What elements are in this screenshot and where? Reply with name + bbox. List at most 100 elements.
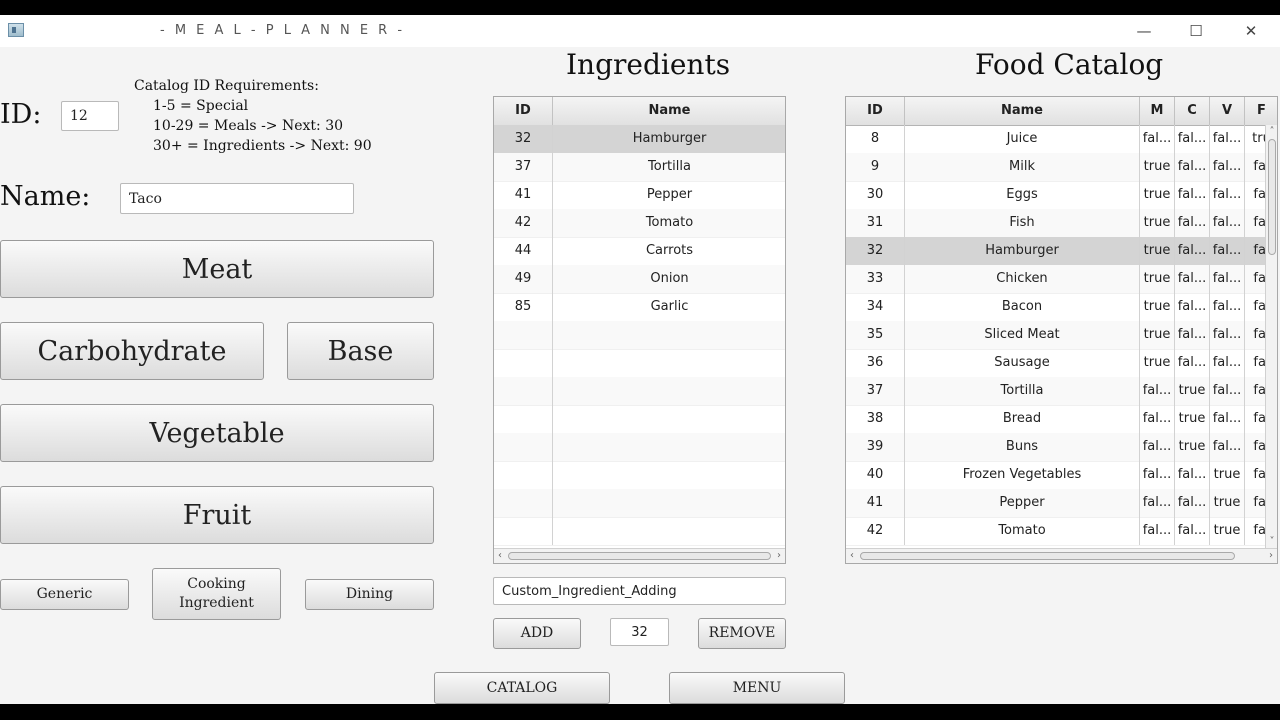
cell-id: 49 <box>494 265 553 293</box>
scroll-thumb[interactable] <box>508 552 771 560</box>
table-row[interactable]: 30 Eggs true fal... fal... fal <box>846 181 1277 210</box>
cell-c: fal... <box>1175 349 1210 377</box>
empty-table-row <box>494 321 785 350</box>
app-window: - M E A L - P L A N N E R - — ☐ ✕ ID: 12… <box>0 15 1280 704</box>
table-row[interactable]: 39 Buns fal... true fal... fal <box>846 433 1277 462</box>
cell-name: Sliced Meat <box>905 321 1140 349</box>
vegetable-button[interactable]: Vegetable <box>0 404 434 462</box>
cell-name: Buns <box>905 433 1140 461</box>
table-row[interactable]: 9 Milk true fal... fal... fal <box>846 153 1277 182</box>
scroll-up-icon[interactable]: ˄ <box>1266 125 1277 139</box>
cell-name: Juice <box>905 125 1140 153</box>
table-row[interactable]: 85 Garlic <box>494 293 785 322</box>
column-header-name[interactable]: Name <box>553 97 785 125</box>
column-header-fruit[interactable]: F <box>1245 97 1277 125</box>
name-input[interactable]: Taco <box>120 183 354 214</box>
base-button[interactable]: Base <box>287 322 434 380</box>
carbohydrate-button[interactable]: Carbohydrate <box>0 322 264 380</box>
dining-button[interactable]: Dining <box>305 579 434 610</box>
column-header-id[interactable]: ID <box>494 97 553 125</box>
maximize-button[interactable]: ☐ <box>1181 21 1211 41</box>
ingredients-horizontal-scrollbar[interactable]: ‹ › <box>494 548 785 563</box>
cell-c: true <box>1175 377 1210 405</box>
scroll-right-icon[interactable]: › <box>1265 549 1277 563</box>
cell-name <box>553 377 785 405</box>
generic-button[interactable]: Generic <box>0 579 129 610</box>
cell-v: fal... <box>1210 293 1245 321</box>
table-row[interactable]: 38 Bread fal... true fal... fal <box>846 405 1277 434</box>
cell-name: Eggs <box>905 181 1140 209</box>
catalog-vertical-scrollbar[interactable]: ˄ ˅ <box>1265 125 1277 549</box>
scroll-left-icon[interactable]: ‹ <box>846 549 858 563</box>
column-header-meat[interactable]: M <box>1140 97 1175 125</box>
cell-v: fal... <box>1210 405 1245 433</box>
table-row[interactable]: 40 Frozen Vegetables fal... fal... true fal <box>846 461 1277 490</box>
empty-table-row <box>494 405 785 434</box>
table-row[interactable]: 42 Tomato fal... fal... true fal <box>846 517 1277 546</box>
table-row[interactable]: 8 Juice fal... fal... fal... tru <box>846 125 1277 154</box>
cell-id: 41 <box>494 181 553 209</box>
cell-c: fal... <box>1175 125 1210 153</box>
cell-v: true <box>1210 461 1245 489</box>
column-header-vegetable[interactable]: V <box>1210 97 1245 125</box>
table-row[interactable]: 32 Hamburger <box>494 125 785 154</box>
menu-button[interactable]: MENU <box>669 672 845 704</box>
cell-name: Frozen Vegetables <box>905 461 1140 489</box>
cell-m: true <box>1140 153 1175 181</box>
cell-id: 32 <box>846 237 905 265</box>
remove-button[interactable]: REMOVE <box>698 618 786 649</box>
cell-m: true <box>1140 293 1175 321</box>
cell-name <box>553 461 785 489</box>
ingredient-id-input[interactable]: 32 <box>610 618 669 646</box>
scroll-down-icon[interactable]: ˅ <box>1266 535 1277 549</box>
table-row[interactable]: 37 Tortilla <box>494 153 785 182</box>
table-row[interactable]: 35 Sliced Meat true fal... fal... fal <box>846 321 1277 350</box>
catalog-horizontal-scrollbar[interactable]: ‹ › <box>846 548 1277 563</box>
column-header-id[interactable]: ID <box>846 97 905 125</box>
minimize-button[interactable]: — <box>1129 21 1159 41</box>
ingredients-table[interactable]: ID Name 32 Hamburger 37 Tortilla 41 Pepper 42 T… <box>493 96 786 564</box>
cell-name: Pepper <box>905 489 1140 517</box>
table-row[interactable]: 42 Tomato <box>494 209 785 238</box>
scroll-thumb[interactable] <box>860 552 1235 560</box>
food-catalog-table[interactable]: ID Name M C V F 8 Juice fal... fal... fal...… <box>845 96 1278 564</box>
table-row[interactable]: 49 Onion <box>494 265 785 294</box>
meat-button[interactable]: Meat <box>0 240 434 298</box>
empty-table-row <box>494 349 785 378</box>
scroll-left-icon[interactable]: ‹ <box>494 549 506 563</box>
fruit-button[interactable]: Fruit <box>0 486 434 544</box>
cell-id: 31 <box>846 209 905 237</box>
cell-c: fal... <box>1175 237 1210 265</box>
scroll-thumb[interactable] <box>1268 139 1276 255</box>
scroll-right-icon[interactable]: › <box>773 549 785 563</box>
table-row[interactable]: 36 Sausage true fal... fal... fal <box>846 349 1277 378</box>
table-row[interactable]: 31 Fish true fal... fal... fal <box>846 209 1277 238</box>
table-row[interactable]: 41 Pepper <box>494 181 785 210</box>
table-row[interactable]: 41 Pepper fal... fal... true fal <box>846 489 1277 518</box>
cell-id: 37 <box>494 153 553 181</box>
cell-name: Chicken <box>905 265 1140 293</box>
custom-ingredient-input[interactable]: Custom_Ingredient_Adding <box>493 577 786 605</box>
cell-v: fal... <box>1210 433 1245 461</box>
close-button[interactable]: ✕ <box>1236 21 1266 41</box>
table-row[interactable]: 32 Hamburger true fal... fal... fal <box>846 237 1277 266</box>
cell-m: fal... <box>1140 433 1175 461</box>
table-row[interactable]: 34 Bacon true fal... fal... fal <box>846 293 1277 322</box>
cell-name: Bacon <box>905 293 1140 321</box>
table-row[interactable]: 33 Chicken true fal... fal... fal <box>846 265 1277 294</box>
column-header-name[interactable]: Name <box>905 97 1140 125</box>
cooking-ingredient-button[interactable]: Cooking Ingredient <box>152 568 281 620</box>
table-row[interactable]: 37 Tortilla fal... true fal... fal <box>846 377 1277 406</box>
cell-id: 37 <box>846 377 905 405</box>
cell-id: 42 <box>846 517 905 545</box>
add-button[interactable]: ADD <box>493 618 581 649</box>
table-row[interactable]: 44 Carrots <box>494 237 785 266</box>
cell-id: 9 <box>846 153 905 181</box>
id-input[interactable]: 12 <box>61 101 119 131</box>
empty-table-row <box>494 517 785 546</box>
cell-v: fal... <box>1210 125 1245 153</box>
cell-id <box>494 377 553 405</box>
catalog-button[interactable]: CATALOG <box>434 672 610 704</box>
column-header-carbohydrate[interactable]: C <box>1175 97 1210 125</box>
cell-name: Tomato <box>553 209 785 237</box>
